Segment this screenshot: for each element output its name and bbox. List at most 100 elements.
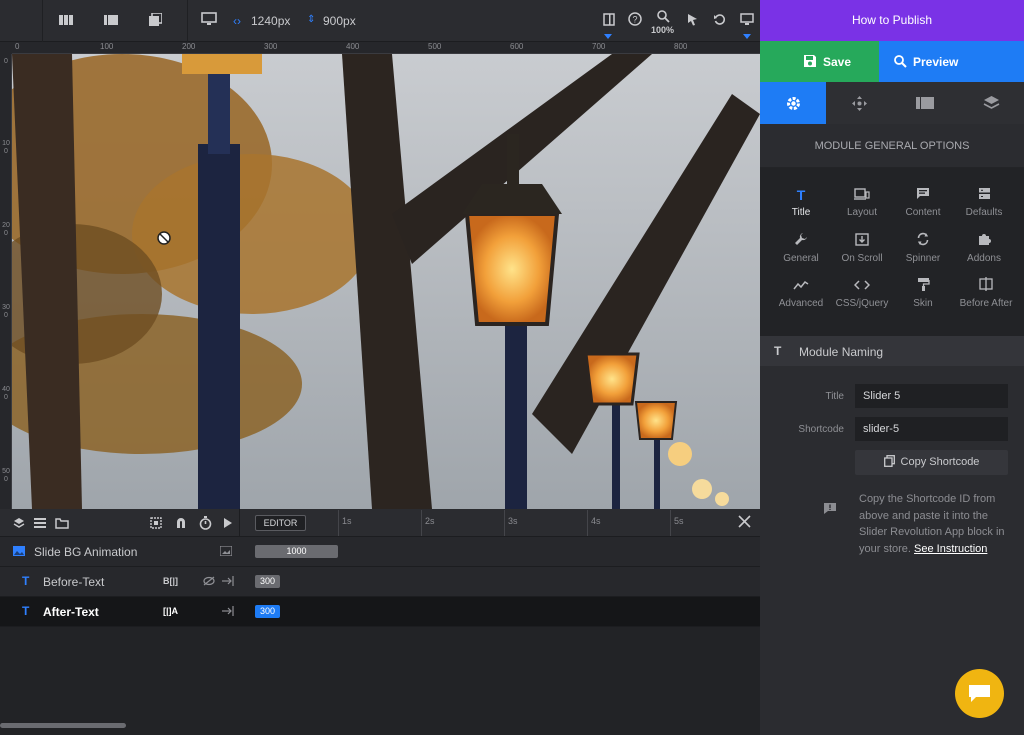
horizontal-scrollbar[interactable] <box>0 723 126 728</box>
editor-mode-button[interactable]: EDITOR <box>255 515 306 531</box>
defaults-icon <box>951 186 1017 204</box>
zoom-level: 100% <box>651 25 675 35</box>
option-addons[interactable]: Addons <box>951 232 1017 264</box>
settings-panel: How to Publish Save Preview MODULE GENER… <box>760 0 1024 735</box>
option-before-after[interactable]: Before After <box>951 277 1021 309</box>
layout-icon <box>829 186 895 204</box>
ruler-label: 500 <box>428 42 442 51</box>
time-mark: 5s <box>674 516 684 526</box>
animation-bar[interactable]: 1000 <box>255 545 338 558</box>
option-label: Skin <box>913 298 933 309</box>
width-value[interactable]: 1240px <box>251 14 290 28</box>
slides-icon <box>916 97 934 109</box>
undo-icon[interactable] <box>710 12 728 30</box>
option-content[interactable]: Content <box>890 186 956 218</box>
device-view-icon[interactable] <box>738 12 756 30</box>
title-field-label: Title <box>825 391 844 402</box>
ruler-vertical: 0 100 200 300 400 500 <box>0 54 12 509</box>
align-right-icon[interactable] <box>222 606 234 619</box>
split-view-icon[interactable] <box>600 12 618 30</box>
layers-icon[interactable] <box>13 517 25 532</box>
spinner-icon <box>890 232 956 250</box>
title-input[interactable] <box>855 384 1008 408</box>
stopwatch-icon[interactable] <box>199 516 212 533</box>
animation-bar[interactable]: 300 <box>255 575 280 588</box>
animation-bar[interactable]: 300 <box>255 605 280 618</box>
time-tick <box>670 510 671 536</box>
align-right-icon[interactable] <box>222 576 234 589</box>
info-icon <box>823 502 837 518</box>
option-layout[interactable]: Layout <box>829 186 895 218</box>
tab-navigation[interactable] <box>826 82 892 124</box>
time-tick <box>587 510 588 536</box>
timeline-row-before-text[interactable]: T Before-Text B[|] 300 <box>0 567 760 597</box>
option-label: CSS/jQuery <box>835 298 889 309</box>
option-css-jquery[interactable]: CSS/jQuery <box>829 277 895 309</box>
option-general[interactable]: General <box>768 232 834 264</box>
see-instruction-link[interactable]: See Instruction <box>914 543 987 555</box>
save-label: Save <box>823 55 852 69</box>
option-on-scroll[interactable]: On Scroll <box>829 232 895 264</box>
grid-select-icon[interactable] <box>150 517 162 532</box>
option-label: Addons <box>967 253 1001 264</box>
folder-icon[interactable] <box>55 517 69 532</box>
option-skin[interactable]: Skin <box>890 277 956 309</box>
copy-layers-icon[interactable] <box>146 12 164 30</box>
timeline-row-after-text[interactable]: T After-Text [|]A 300 <box>0 597 760 627</box>
layer-tag: B[|] <box>163 576 179 586</box>
help-icon[interactable]: ? <box>626 12 644 30</box>
chat-button[interactable] <box>955 669 1004 718</box>
time-tick <box>338 510 339 536</box>
slide-canvas[interactable] <box>12 54 760 509</box>
desktop-icon[interactable] <box>200 12 218 30</box>
dropdown-indicator <box>604 34 612 39</box>
copy-shortcode-button[interactable]: Copy Shortcode <box>855 450 1008 475</box>
before-after-icon <box>951 277 1021 295</box>
save-icon <box>804 55 816 67</box>
ruler-label: 200 <box>2 222 10 237</box>
ruler-label: 700 <box>592 42 606 51</box>
how-to-publish-button[interactable]: How to Publish <box>760 0 1024 41</box>
ruler-label: 400 <box>346 42 360 51</box>
height-value[interactable]: 900px <box>323 14 356 28</box>
shortcode-input[interactable] <box>855 417 1008 441</box>
tab-module-settings[interactable] <box>760 82 826 124</box>
option-spinner[interactable]: Spinner <box>890 232 956 264</box>
option-label: Defaults <box>965 207 1003 218</box>
option-label: Advanced <box>778 298 824 309</box>
option-defaults[interactable]: Defaults <box>951 186 1017 218</box>
time-mark: 4s <box>591 516 601 526</box>
ruler-horizontal: 0 100 200 300 400 500 600 700 800 <box>12 42 760 54</box>
tab-layers[interactable] <box>958 82 1024 124</box>
visibility-off-icon[interactable] <box>203 576 215 589</box>
option-advanced[interactable]: Advanced <box>768 277 834 309</box>
title-icon: T <box>796 187 806 203</box>
shortcode-note: Copy the Shortcode ID from above and pas… <box>859 491 1014 557</box>
text-layer-icon: T <box>22 574 30 588</box>
columns-icon[interactable] <box>57 12 75 30</box>
copy-shortcode-label: Copy Shortcode <box>900 456 980 468</box>
title-icon: T <box>774 344 782 358</box>
wrench-icon <box>768 232 834 250</box>
ruler-corner <box>0 42 12 54</box>
tab-slide[interactable] <box>892 82 958 124</box>
close-icon[interactable] <box>738 515 751 531</box>
list-icon[interactable] <box>34 517 46 532</box>
timeline-row-slide-bg[interactable]: Slide BG Animation 1000 <box>0 537 760 567</box>
play-icon[interactable] <box>223 517 233 532</box>
timeline-panel: EDITOR 1s 2s 3s 4s 5s Slide BG Animation… <box>0 509 760 735</box>
ruler-label: 0 <box>4 58 8 65</box>
magnet-icon[interactable] <box>175 517 187 532</box>
editor-toolbar: ‹› 1240px ⇕ 900px ? 100% <box>0 0 760 42</box>
option-title[interactable]: T Title <box>768 186 834 218</box>
image-settings-icon[interactable] <box>219 545 233 559</box>
dropdown-indicator <box>743 34 751 39</box>
preview-button[interactable]: Preview <box>879 41 1024 82</box>
cursor-icon[interactable] <box>683 12 701 30</box>
time-mark: 3s <box>508 516 518 526</box>
toolbar-divider <box>187 0 188 42</box>
save-button[interactable]: Save <box>760 41 879 82</box>
module-naming-header[interactable]: T Module Naming <box>760 336 1024 366</box>
preview-label: Preview <box>913 55 959 69</box>
slides-icon[interactable] <box>102 12 120 30</box>
